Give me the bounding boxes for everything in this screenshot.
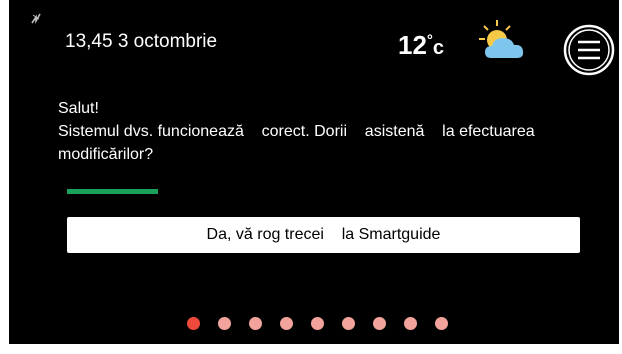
page-dot[interactable] (249, 317, 262, 330)
main-menu-button[interactable] (563, 24, 615, 76)
page-dot-active[interactable] (187, 317, 200, 330)
smartguide-button-label: Da, vă rog trecei la Smartguide (206, 226, 441, 243)
greeting-text: Salut! (58, 100, 99, 117)
temperature-unit: c (432, 37, 445, 59)
status-message-text: Sistemul dvs. funcionează corect. Dorii … (58, 123, 540, 163)
partly-cloudy-icon (479, 20, 524, 58)
progress-bar (67, 189, 158, 194)
system-message: Salut! Sistemul dvs. funcionează corect.… (58, 97, 622, 166)
hamburger-menu-icon (563, 24, 615, 76)
page-indicator (187, 317, 448, 330)
signal-icon (31, 13, 41, 25)
page-dot[interactable] (373, 317, 386, 330)
page-dot[interactable] (280, 317, 293, 330)
date-time: 13,45 3 octombrie (65, 31, 218, 52)
page-dot[interactable] (342, 317, 355, 330)
home-screen: 13,45 3 octombrie 12°c Salut! Sistemul d… (9, 0, 619, 344)
smartguide-button[interactable]: Da, vă rog trecei la Smartguide (67, 217, 580, 253)
temperature-value: 12 (398, 30, 427, 60)
page-dot[interactable] (435, 317, 448, 330)
outdoor-temperature: 12°c (398, 30, 444, 61)
page-dot[interactable] (311, 317, 324, 330)
page-dot[interactable] (218, 317, 231, 330)
page-dot[interactable] (404, 317, 417, 330)
